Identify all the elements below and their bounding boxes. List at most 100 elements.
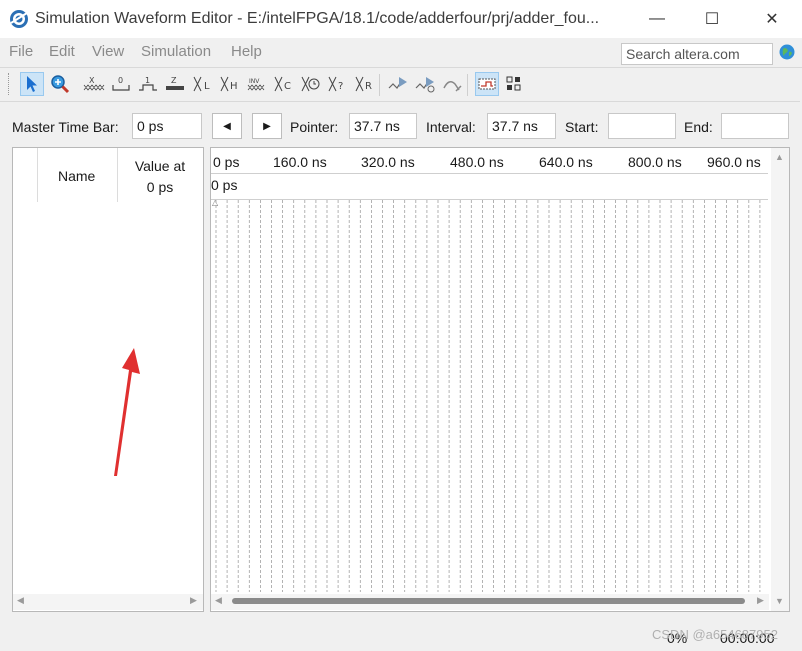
sort-button[interactable]	[502, 72, 526, 96]
svg-text:0: 0	[118, 76, 123, 85]
waveform-vscrollbar[interactable]	[771, 148, 789, 611]
random-value-button[interactable]: R	[353, 72, 377, 96]
invert-button[interactable]: INV	[245, 72, 269, 96]
time-tick-6: 960.0 ns	[707, 154, 761, 170]
run-functional-sim-icon	[388, 77, 407, 89]
svg-text:INV: INV	[249, 78, 260, 85]
value-column-header[interactable]: Value at	[118, 158, 202, 174]
globe-icon[interactable]	[779, 44, 795, 60]
window-title: Simulation Waveform Editor - E:/intelFPG…	[35, 10, 600, 27]
count-value-icon: C	[274, 76, 291, 92]
clock-value-button[interactable]	[299, 72, 323, 96]
weak-high-button[interactable]: H	[218, 72, 242, 96]
time-tick-1: 160.0 ns	[273, 154, 327, 170]
master-time-bar-field[interactable]: 0 ps	[132, 113, 202, 139]
forcing-low-icon: 0	[112, 76, 130, 91]
waveform-grid[interactable]	[211, 200, 768, 592]
time-tick-3: 480.0 ns	[450, 154, 504, 170]
svg-text:C: C	[284, 81, 291, 92]
random-value-icon: R	[355, 76, 372, 92]
forcing-unknown-button[interactable]: X	[82, 72, 106, 96]
weak-low-icon: L	[193, 76, 210, 92]
scroll-up-icon[interactable]: ▲	[775, 152, 784, 162]
close-icon: ✕	[765, 11, 779, 28]
watermark: CSDN @a654687952	[652, 627, 778, 642]
time-tick-0: 0 ps	[213, 154, 240, 170]
run-timing-sim-icon	[415, 77, 435, 93]
pointer-field: 37.7 ns	[349, 113, 417, 139]
menu-edit[interactable]: Edit	[49, 43, 75, 60]
signal-table-hscrollbar[interactable]	[13, 594, 203, 610]
triangle-left-icon: ◀	[223, 120, 231, 132]
snap-to-grid-button[interactable]	[475, 72, 499, 96]
scroll-left-icon[interactable]: ◀	[215, 595, 222, 606]
dont-care-icon: ?	[328, 76, 343, 92]
toolbar-grip[interactable]	[8, 73, 11, 95]
high-impedance-icon: Z	[166, 76, 184, 90]
time-tick-2: 320.0 ns	[361, 154, 415, 170]
sort-icon	[506, 76, 521, 91]
maximize-icon: ☐	[704, 11, 720, 28]
menu-file[interactable]: File	[9, 43, 33, 60]
scroll-down-icon[interactable]: ▼	[775, 596, 784, 606]
interval-label: Interval:	[426, 119, 476, 135]
svg-text:Z: Z	[171, 76, 177, 85]
zoom-tool-button[interactable]	[48, 72, 72, 96]
invert-icon: INV	[247, 78, 265, 91]
toolbar-separator	[467, 74, 468, 96]
pointer-label: Pointer:	[290, 119, 339, 135]
triangle-right-icon: ▶	[263, 120, 271, 132]
svg-text:1: 1	[145, 76, 150, 85]
next-transition-button[interactable]: ▶	[252, 113, 282, 139]
app-icon	[10, 10, 28, 28]
time-ruler-divider	[211, 173, 768, 174]
generate-netlist-button[interactable]	[440, 72, 464, 96]
red-arrow-annotation	[114, 348, 140, 476]
search-input[interactable]: Search altera.com	[621, 43, 773, 65]
toolbar-separator	[379, 74, 380, 96]
menu-view[interactable]: View	[92, 43, 124, 60]
forcing-low-button[interactable]: 0	[109, 72, 133, 96]
start-field[interactable]	[608, 113, 676, 139]
menu-simulation[interactable]: Simulation	[141, 43, 211, 60]
clock-value-icon	[301, 76, 320, 92]
high-impedance-button[interactable]: Z	[163, 72, 187, 96]
close-button[interactable]: ✕	[743, 0, 801, 38]
weak-low-button[interactable]: L	[191, 72, 215, 96]
waveform-hscroll-thumb[interactable]	[232, 598, 745, 604]
svg-text:R: R	[365, 81, 372, 92]
scroll-right-icon[interactable]: ▶	[190, 595, 197, 606]
previous-transition-button[interactable]: ◀	[212, 113, 242, 139]
svg-text:L: L	[204, 81, 210, 92]
selection-tool-button[interactable]	[20, 72, 44, 96]
column-divider	[37, 148, 38, 202]
zoom-tool-icon	[51, 75, 70, 94]
generate-netlist-icon	[443, 81, 462, 92]
value-column-header-time: 0 ps	[146, 179, 174, 195]
menu-help[interactable]: Help	[231, 43, 262, 60]
end-label: End:	[684, 119, 713, 135]
svg-text:X: X	[89, 76, 95, 85]
minimize-button[interactable]: —	[628, 0, 686, 38]
time-tick-5: 800.0 ns	[628, 154, 682, 170]
run-timing-sim-button[interactable]	[413, 72, 437, 96]
maximize-button[interactable]: ☐	[683, 0, 741, 38]
svg-text:?: ?	[338, 81, 343, 92]
interval-field: 37.7 ns	[487, 113, 556, 139]
master-time-bar-label: Master Time Bar:	[12, 119, 119, 135]
run-functional-sim-button[interactable]	[386, 72, 410, 96]
minimize-icon: —	[649, 10, 665, 27]
svg-text:H: H	[230, 81, 238, 92]
selection-tool-icon	[27, 76, 37, 92]
forcing-high-button[interactable]: 1	[136, 72, 160, 96]
end-field[interactable]	[721, 113, 789, 139]
name-column-header[interactable]: Name	[58, 168, 95, 184]
forcing-high-icon: 1	[139, 76, 157, 91]
weak-high-icon: H	[220, 76, 238, 92]
dont-care-button[interactable]: ?	[326, 72, 350, 96]
time-tick-4: 640.0 ns	[539, 154, 593, 170]
cursor-time-label: 0 ps	[211, 177, 238, 193]
scroll-left-icon[interactable]: ◀	[17, 595, 24, 606]
scroll-right-icon[interactable]: ▶	[757, 595, 764, 606]
count-value-button[interactable]: C	[272, 72, 296, 96]
